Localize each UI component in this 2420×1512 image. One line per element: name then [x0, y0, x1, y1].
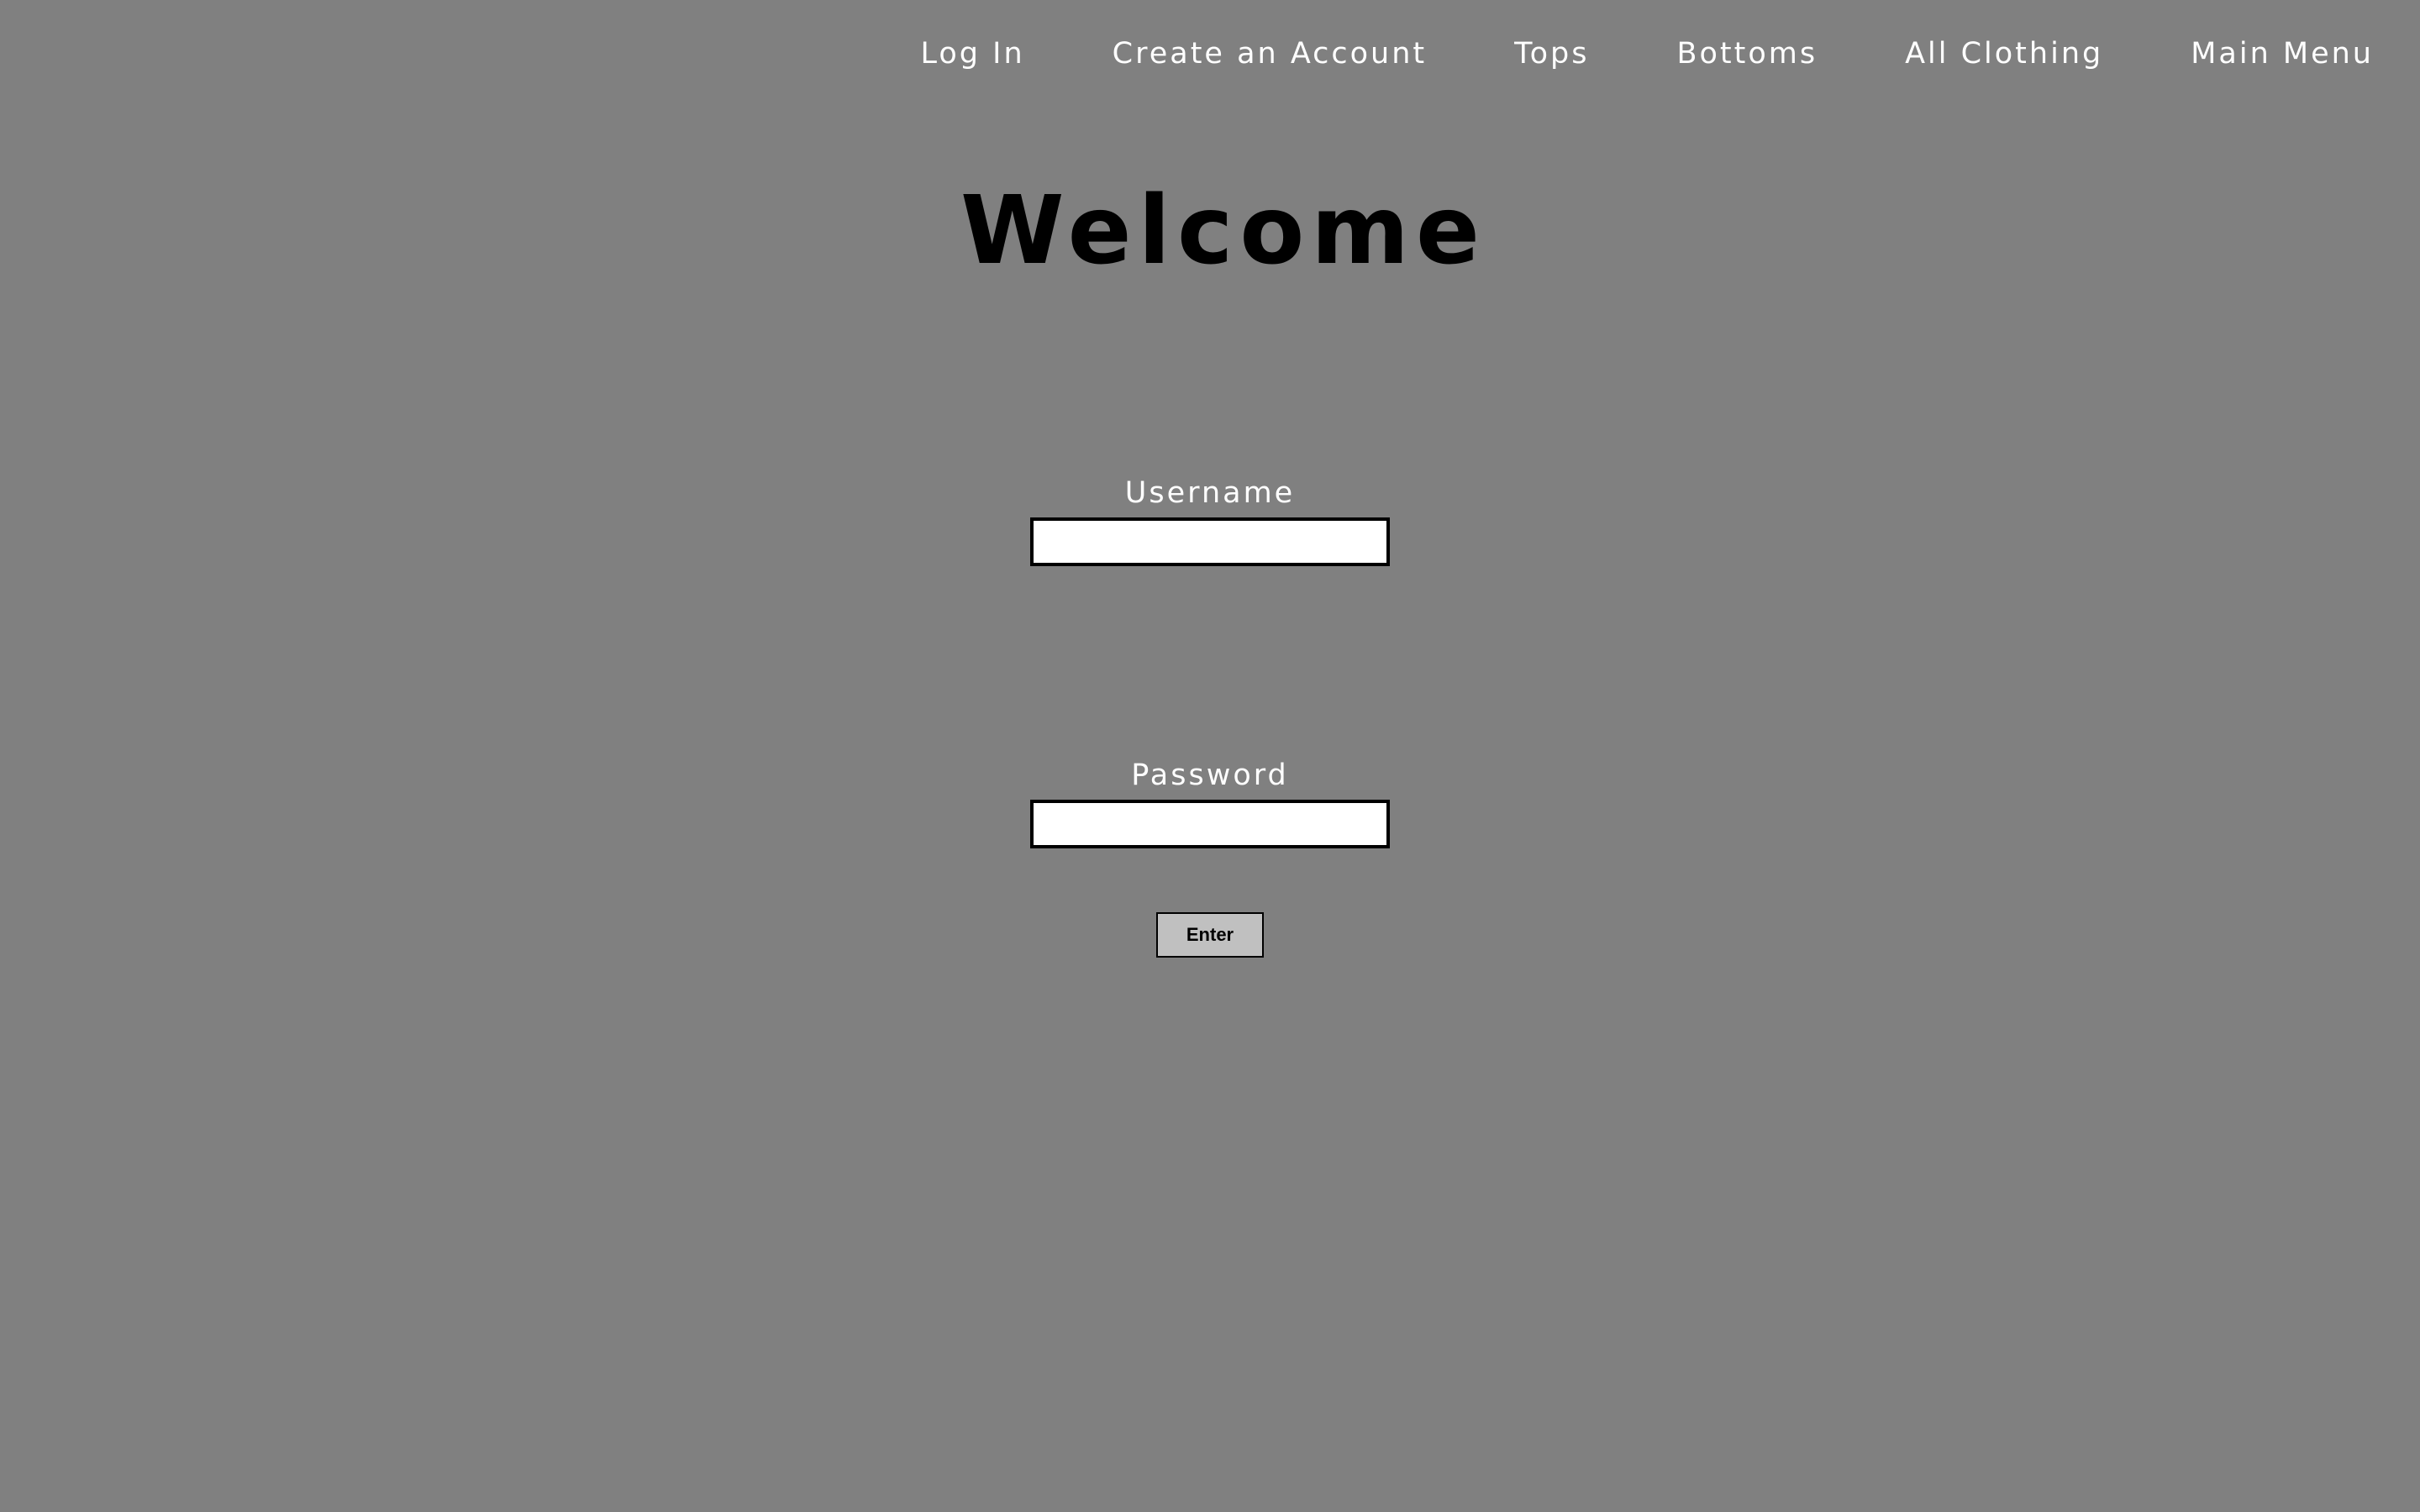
page-title: Welcome [960, 176, 1486, 286]
password-group: Password [1030, 756, 1390, 848]
username-group: Username [1030, 474, 1390, 566]
enter-button[interactable]: Enter [1156, 912, 1264, 958]
nav-link-tops[interactable]: Tops [1514, 32, 1589, 76]
username-input[interactable] [1030, 517, 1390, 566]
page: Log In Create an Account Tops Bottoms Al… [0, 0, 2420, 1512]
top-nav: Log In Create an Account Tops Bottoms Al… [921, 32, 2375, 76]
password-label: Password [1131, 759, 1289, 792]
nav-link-log-in[interactable]: Log In [921, 32, 1025, 76]
nav-link-create-account[interactable]: Create an Account [1113, 32, 1428, 76]
nav-link-main-menu[interactable]: Main Menu [2191, 32, 2374, 76]
password-input[interactable] [1030, 800, 1390, 848]
nav-link-bottoms[interactable]: Bottoms [1676, 32, 1818, 76]
nav-link-all-clothing[interactable]: All Clothing [1905, 32, 2103, 76]
username-label: Username [1124, 476, 1296, 510]
